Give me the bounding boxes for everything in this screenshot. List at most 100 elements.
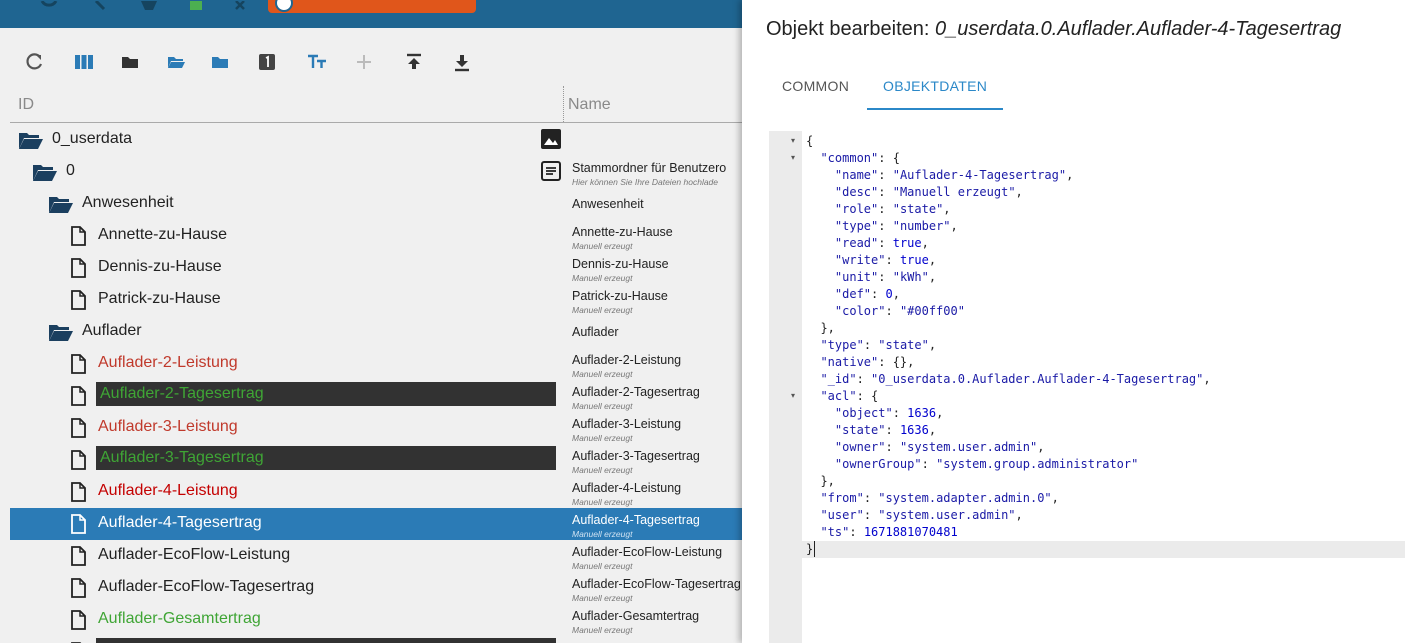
file-icon[interactable] bbox=[70, 578, 90, 598]
tree-item-folder[interactable]: 0_userdata bbox=[10, 124, 742, 156]
json-editor[interactable]: ▾ ▾ ▾ { "common": { "name": "Auflader-4-Ta… bbox=[769, 131, 1405, 643]
tree-item-state[interactable]: Auflader-EcoFlow-Tagesertrag Auflader-Eco… bbox=[10, 572, 742, 604]
fold-toggle-icon[interactable]: ▾ bbox=[791, 136, 795, 145]
tree-item-folder[interactable]: Auflader Auflader bbox=[10, 316, 742, 348]
json-line: "state": 1636, bbox=[834, 423, 937, 437]
tree-item-state[interactable]: Auflader-4-Tagesertrag Auflader-4-Tageser… bbox=[10, 508, 742, 540]
upload-icon[interactable] bbox=[400, 48, 428, 76]
json-line: "acl": { bbox=[820, 389, 879, 403]
file-icon[interactable] bbox=[70, 546, 90, 566]
tree-item-description: Manuell erzeugt bbox=[572, 305, 633, 315]
tree-item-state[interactable]: Auflader-Gesamtertrag Auflader-Gesamtertr… bbox=[10, 604, 742, 636]
json-code[interactable]: { "common": { "name": "Auflader-4-Tagese… bbox=[806, 133, 1211, 558]
close-icon[interactable] bbox=[232, 0, 254, 12]
folder-open-icon[interactable] bbox=[32, 163, 57, 181]
folder-icon[interactable] bbox=[206, 48, 234, 76]
text-size-icon[interactable] bbox=[303, 48, 331, 76]
folder-open-icon[interactable] bbox=[162, 48, 190, 76]
fold-toggle-icon[interactable]: ▾ bbox=[791, 153, 795, 162]
folder-open-icon[interactable] bbox=[48, 323, 73, 341]
tree-item-state[interactable] bbox=[10, 636, 742, 643]
json-line: "ts": 1671881070481 bbox=[820, 525, 958, 539]
tree-item-name: Anwesenheit bbox=[572, 197, 644, 211]
tree-item-state[interactable]: Dennis-zu-Hause Dennis-zu-Hause Manuell er… bbox=[10, 252, 742, 284]
json-line: "role": "state", bbox=[834, 202, 951, 216]
file-icon[interactable] bbox=[70, 514, 90, 534]
tree-item-state[interactable]: Annette-zu-Hause Annette-zu-Hause Manuell … bbox=[10, 220, 742, 252]
tree-item-label bbox=[96, 638, 556, 643]
file-icon[interactable] bbox=[70, 290, 90, 310]
tab-common[interactable]: COMMON bbox=[782, 70, 849, 108]
file-icon[interactable] bbox=[70, 610, 90, 630]
tree-item-description: Manuell erzeugt bbox=[572, 241, 633, 251]
search-icon[interactable] bbox=[92, 0, 114, 12]
column-header: ID Name bbox=[10, 86, 742, 123]
tree-item-state[interactable]: Auflader-4-Leistung Auflader-4-Leistung Ma… bbox=[10, 476, 742, 508]
tree-item-description: Hier können Sie Ihre Dateien hochlade bbox=[572, 177, 719, 187]
json-line: "ownerGroup": "system.group.administrato… bbox=[834, 457, 1139, 471]
file-icon[interactable] bbox=[70, 386, 90, 406]
article-icon[interactable] bbox=[540, 160, 562, 182]
number-one-icon[interactable] bbox=[253, 48, 281, 76]
json-line: "write": true, bbox=[834, 253, 937, 267]
file-icon[interactable] bbox=[70, 450, 90, 470]
json-line: "native": {}, bbox=[820, 355, 915, 369]
download-icon[interactable] bbox=[448, 48, 476, 76]
plus-icon bbox=[350, 48, 378, 76]
tree-item-name: Auflader bbox=[572, 325, 619, 339]
dialog-title-object: 0_userdata.0.Auflader.Auflader-4-Tageser… bbox=[935, 18, 1342, 40]
tree-item-name: Auflader-4-Leistung bbox=[572, 481, 682, 495]
columns-icon[interactable] bbox=[70, 48, 98, 76]
column-id-label[interactable]: ID bbox=[18, 96, 34, 114]
tree-item-description: Manuell erzeugt bbox=[572, 593, 633, 603]
tree-item-label: Auflader-EcoFlow-Tagesertrag bbox=[98, 578, 315, 595]
tree-item-name: Stammordner für Benutzero bbox=[572, 161, 727, 175]
tree-item-name: Auflader-Gesamtertrag bbox=[572, 609, 700, 623]
tree-item-description: Manuell erzeugt bbox=[572, 369, 633, 379]
edit-object-dialog: Objekt bearbeiten: 0_userdata.0.Auflader… bbox=[742, 0, 1405, 643]
json-line: "name": "Auflader-4-Tagesertrag", bbox=[834, 168, 1074, 182]
refresh-icon[interactable] bbox=[20, 48, 48, 76]
json-line: "owner": "system.user.admin", bbox=[834, 440, 1045, 454]
folder-open-icon[interactable] bbox=[48, 195, 73, 213]
object-browser: ID Name 0_userdata 0 Stammordner für Benut… bbox=[0, 0, 742, 643]
tree-item-state[interactable]: Patrick-zu-Hause Patrick-zu-Hause Manuell … bbox=[10, 284, 742, 316]
json-line: "color": "#00ff00" bbox=[834, 304, 965, 318]
tree-item-state[interactable]: Auflader-2-Leistung Auflader-2-Leistung Ma… bbox=[10, 348, 742, 380]
column-name-label[interactable]: Name bbox=[568, 96, 611, 114]
json-line: }, bbox=[806, 474, 835, 488]
file-icon[interactable] bbox=[70, 354, 90, 374]
folder-icon[interactable] bbox=[116, 48, 144, 76]
tree-item-label: Auflader-3-Leistung bbox=[98, 418, 238, 435]
tree-item-state[interactable]: Auflader-2-Tagesertrag Auflader-2-Tageser… bbox=[10, 380, 742, 412]
json-line: } bbox=[806, 542, 814, 556]
tree-item-state[interactable]: Auflader-3-Tagesertrag Auflader-3-Tageser… bbox=[10, 444, 742, 476]
file-icon[interactable] bbox=[70, 226, 90, 246]
tree-item-state[interactable]: Auflader-3-Leistung Auflader-3-Leistung Ma… bbox=[10, 412, 742, 444]
json-line: "type": "number", bbox=[834, 219, 958, 233]
column-resize-handle[interactable] bbox=[563, 86, 564, 122]
tree-item-label: Auflader-Gesamtertrag bbox=[98, 610, 261, 627]
fold-toggle-icon[interactable]: ▾ bbox=[791, 391, 795, 400]
tree-item-folder[interactable]: 0 Stammordner für Benutzero Hier können Si… bbox=[10, 156, 742, 188]
shield-icon[interactable] bbox=[138, 0, 160, 12]
puzzle-icon[interactable] bbox=[186, 0, 208, 12]
tab-objektdaten[interactable]: OBJEKTDATEN bbox=[867, 70, 1004, 110]
file-icon[interactable] bbox=[70, 258, 90, 278]
json-line: { bbox=[806, 134, 814, 148]
json-line: "def": 0, bbox=[834, 287, 900, 301]
tree-item-label: Auflader-3-Tagesertrag bbox=[96, 446, 556, 470]
settings-icon[interactable] bbox=[38, 0, 60, 12]
folder-open-icon[interactable] bbox=[18, 131, 43, 149]
image-icon[interactable] bbox=[540, 128, 562, 150]
tree-item-description: Manuell erzeugt bbox=[572, 497, 633, 507]
tree-item-description: Manuell erzeugt bbox=[572, 561, 633, 571]
active-instance-tab[interactable] bbox=[268, 0, 476, 13]
tree-item-label: Auflader-EcoFlow-Leistung bbox=[98, 546, 291, 563]
json-line: "desc": "Manuell erzeugt", bbox=[834, 185, 1023, 199]
tree-item-state[interactable]: Auflader-EcoFlow-Leistung Auflader-EcoFlo… bbox=[10, 540, 742, 572]
file-icon[interactable] bbox=[70, 418, 90, 438]
json-line: "from": "system.adapter.admin.0", bbox=[820, 491, 1059, 505]
file-icon[interactable] bbox=[70, 482, 90, 502]
tree-item-folder[interactable]: Anwesenheit Anwesenheit bbox=[10, 188, 742, 220]
